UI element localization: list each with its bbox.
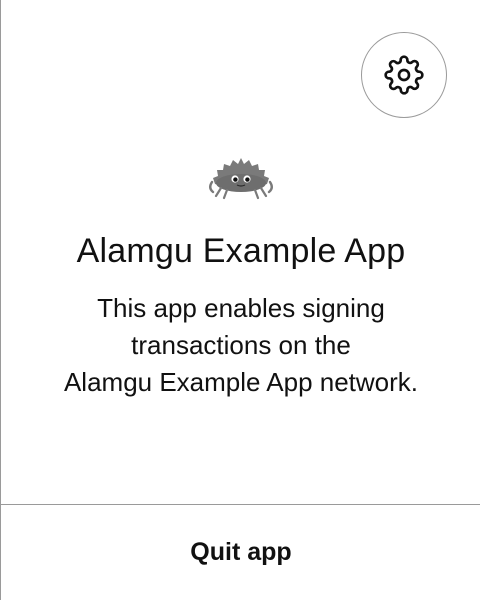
gear-icon <box>384 55 424 95</box>
crab-logo-icon <box>209 158 273 200</box>
description-line: This app enables signing <box>97 293 385 323</box>
settings-button[interactable] <box>361 32 447 118</box>
quit-app-button[interactable]: Quit app <box>1 505 480 600</box>
description-line: Alamgu Example App network. <box>63 367 419 397</box>
description-line: transactions on the <box>131 330 351 360</box>
app-description: This app enables signing transactions on… <box>11 290 471 401</box>
app-home-screen: Alamgu Example App This app enables sign… <box>0 0 480 600</box>
app-title: Alamgu Example App <box>76 232 406 270</box>
